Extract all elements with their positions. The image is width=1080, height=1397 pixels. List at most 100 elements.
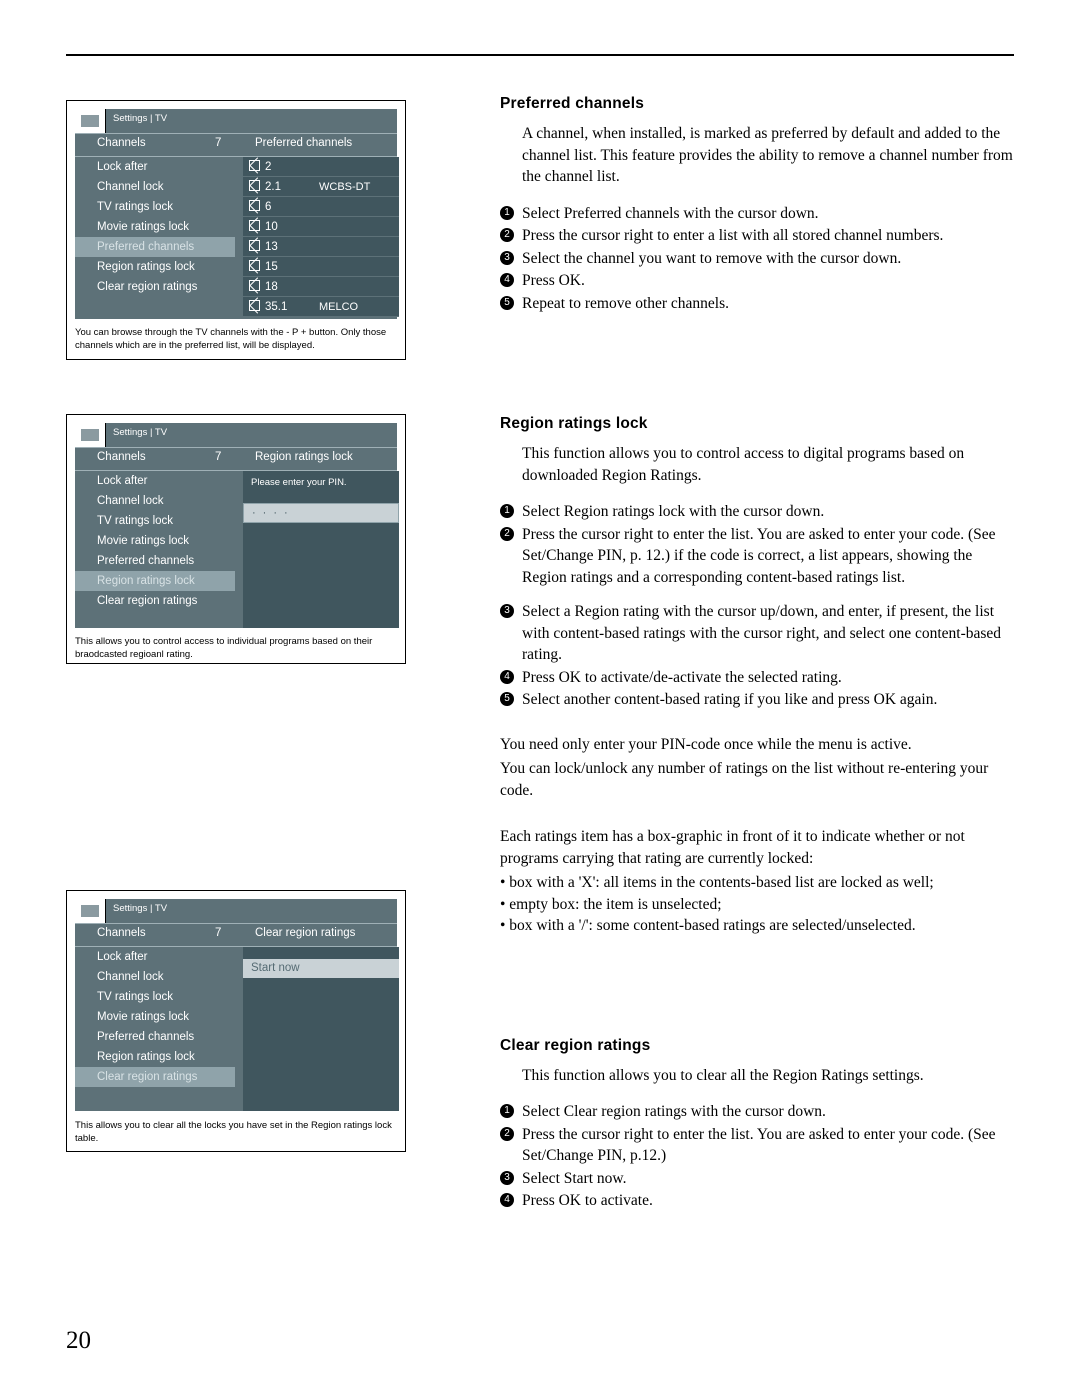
menu-item-movie-ratings-lock[interactable]: Movie ratings lock xyxy=(75,531,235,551)
menu-item-lock-after[interactable]: Lock after xyxy=(75,947,235,967)
tv-screen: Settings | TV Channels 7 Preferred chann… xyxy=(75,109,399,319)
step-item: 1 Select Clear region ratings with the cu… xyxy=(500,1101,1020,1123)
step-item: 1 Select Preferred channels with the curs… xyxy=(500,203,1020,225)
menu-item-preferred-channels[interactable]: Preferred channels xyxy=(75,237,235,257)
settings-menu[interactable]: Lock after Channel lock TV ratings lock … xyxy=(75,947,235,1087)
step-item: 2 Press the cursor right to enter a list … xyxy=(500,225,1020,247)
list-item[interactable]: 2.1 WCBS-DT xyxy=(243,177,399,197)
step-text: Select the channel you want to remove wi… xyxy=(522,249,902,267)
checkbox-x-icon[interactable] xyxy=(249,260,260,271)
figure-region-ratings-lock: Settings | TV Channels 7 Region ratings … xyxy=(66,414,406,664)
checkbox-x-icon[interactable] xyxy=(249,280,260,291)
menu-item-lock-after[interactable]: Lock after xyxy=(75,157,235,177)
note-box-graphic: Each ratings item has a box-graphic in f… xyxy=(500,828,965,867)
header-current-item: Region ratings lock xyxy=(255,451,353,463)
step-item: 3 Select Start now. xyxy=(500,1168,1020,1190)
menu-item-clear-region-ratings[interactable]: Clear region ratings xyxy=(75,591,235,611)
step-item: 4 Press OK. xyxy=(500,270,1020,292)
menu-item-region-ratings-lock[interactable]: Region ratings lock xyxy=(75,571,235,591)
step-text: Repeat to remove other channels. xyxy=(522,294,730,312)
step-text: Press the cursor right to enter a list w… xyxy=(522,227,944,244)
menu-item-lock-after[interactable]: Lock after xyxy=(75,471,235,491)
step-number-icon: 4 xyxy=(500,1193,514,1207)
step-number-icon: 2 xyxy=(500,1126,514,1141)
step-text: Select Clear region ratings with the cur… xyxy=(522,1103,826,1120)
list-item[interactable]: 6 xyxy=(243,197,399,217)
menu-item-clear-region-ratings[interactable]: Clear region ratings xyxy=(75,1067,235,1087)
list-item[interactable]: 15 xyxy=(243,257,399,277)
list-item[interactable]: 18 xyxy=(243,277,399,297)
header-current-item: Clear region ratings xyxy=(255,927,356,939)
channel-number: 15 xyxy=(265,261,278,273)
checkbox-x-icon[interactable] xyxy=(249,300,260,311)
settings-menu[interactable]: Lock after Channel lock TV ratings lock … xyxy=(75,157,235,297)
start-now-button[interactable]: Start now xyxy=(243,959,399,978)
menu-item-region-ratings-lock[interactable]: Region ratings lock xyxy=(75,257,235,277)
menu-item-tv-ratings-lock[interactable]: TV ratings lock xyxy=(75,511,235,531)
step-number-icon: 2 xyxy=(500,228,514,242)
step-text: Press OK. xyxy=(522,272,585,289)
header-number: 7 xyxy=(215,927,222,939)
menu-item-movie-ratings-lock[interactable]: Movie ratings lock xyxy=(75,217,235,237)
menu-item-tv-ratings-lock[interactable]: TV ratings lock xyxy=(75,987,235,1007)
menu-item-region-ratings-lock[interactable]: Region ratings lock xyxy=(75,1047,235,1067)
section-intro-clear-region-ratings: This function allows you to clear all th… xyxy=(522,1066,924,1084)
checkbox-x-icon[interactable] xyxy=(249,200,260,211)
step-item: 2 Press the cursor right to enter the lis… xyxy=(500,524,1020,589)
step-number-icon: 1 xyxy=(500,205,514,220)
bullet-item: • box with a 'X': all items in the conte… xyxy=(500,874,934,891)
header-rule xyxy=(66,54,1014,56)
pin-value: ···· xyxy=(252,507,295,519)
channel-number: 2.1 xyxy=(265,181,281,193)
channel-number: 18 xyxy=(265,281,278,293)
breadcrumb: Settings | TV xyxy=(113,113,168,124)
menu-header-row: Channels 7 Preferred channels xyxy=(75,133,397,157)
menu-item-channel-lock[interactable]: Channel lock xyxy=(75,967,235,987)
menu-item-preferred-channels[interactable]: Preferred channels xyxy=(75,551,235,571)
checkbox-x-icon[interactable] xyxy=(249,180,260,191)
step-text: Select Region ratings lock with the curs… xyxy=(522,503,825,520)
bullet-item: • box with a '/': some content-based rat… xyxy=(500,917,916,934)
channel-name: MELCO xyxy=(319,301,359,313)
checkbox-x-icon[interactable] xyxy=(249,240,260,251)
checkbox-x-icon[interactable] xyxy=(249,220,260,231)
step-number-icon: 1 xyxy=(500,504,514,518)
list-item[interactable]: 10 xyxy=(243,217,399,237)
pin-entry-panel: Please enter your PIN. ···· xyxy=(243,471,399,628)
header-number: 7 xyxy=(215,137,222,149)
menu-item-movie-ratings-lock[interactable]: Movie ratings lock xyxy=(75,1007,235,1027)
menu-item-tv-ratings-lock[interactable]: TV ratings lock xyxy=(75,197,235,217)
list-item[interactable]: 35.1 MELCO xyxy=(243,297,399,317)
checkbox-x-icon[interactable] xyxy=(249,160,260,171)
section-title-region-ratings-lock: Region ratings lock xyxy=(500,415,648,432)
settings-tab-icon xyxy=(75,899,106,924)
section-title-preferred-channels: Preferred channels xyxy=(500,95,645,112)
step-item: 4 Press OK to activate/de-activate the se… xyxy=(500,667,1020,689)
step-number-icon: 2 xyxy=(500,526,514,541)
menu-item-preferred-channels[interactable]: Preferred channels xyxy=(75,1027,235,1047)
channel-number: 6 xyxy=(265,201,272,213)
menu-item-channel-lock[interactable]: Channel lock xyxy=(75,491,235,511)
channel-list[interactable]: 2 2.1 WCBS-DT 6 10 13 15 18 35.1 MELCO xyxy=(243,157,399,317)
bullet-item: • empty box: the item is unselected; xyxy=(500,895,722,913)
settings-menu[interactable]: Lock after Channel lock TV ratings lock … xyxy=(75,471,235,611)
pin-input[interactable]: ···· xyxy=(243,503,399,523)
menu-item-channel-lock[interactable]: Channel lock xyxy=(75,177,235,197)
step-text: Press the cursor right to enter the list… xyxy=(522,525,996,586)
menu-item-clear-region-ratings[interactable]: Clear region ratings xyxy=(75,277,235,297)
header-channels-label: Channels xyxy=(97,451,146,463)
tv-screen: Settings | TV Channels 7 Region ratings … xyxy=(75,423,399,628)
document-page: 20 Settings | TV Channels 7 Preferred ch… xyxy=(0,0,1080,1397)
header-number: 7 xyxy=(215,451,222,463)
step-number-icon: 1 xyxy=(500,1104,514,1118)
step-number-icon: 3 xyxy=(500,250,514,265)
step-item: 5 Select another content-based rating if … xyxy=(500,689,1020,711)
list-item[interactable]: 13 xyxy=(243,237,399,257)
menu-header-row: Channels 7 Clear region ratings xyxy=(75,923,397,947)
figure-caption: This allows you to control access to ind… xyxy=(75,636,373,660)
channel-number: 2 xyxy=(265,161,272,173)
list-item[interactable]: 2 xyxy=(243,157,399,177)
breadcrumb: Settings | TV xyxy=(113,427,168,438)
settings-tab-icon xyxy=(75,423,106,448)
step-item: 5 Repeat to remove other channels. xyxy=(500,293,1020,315)
